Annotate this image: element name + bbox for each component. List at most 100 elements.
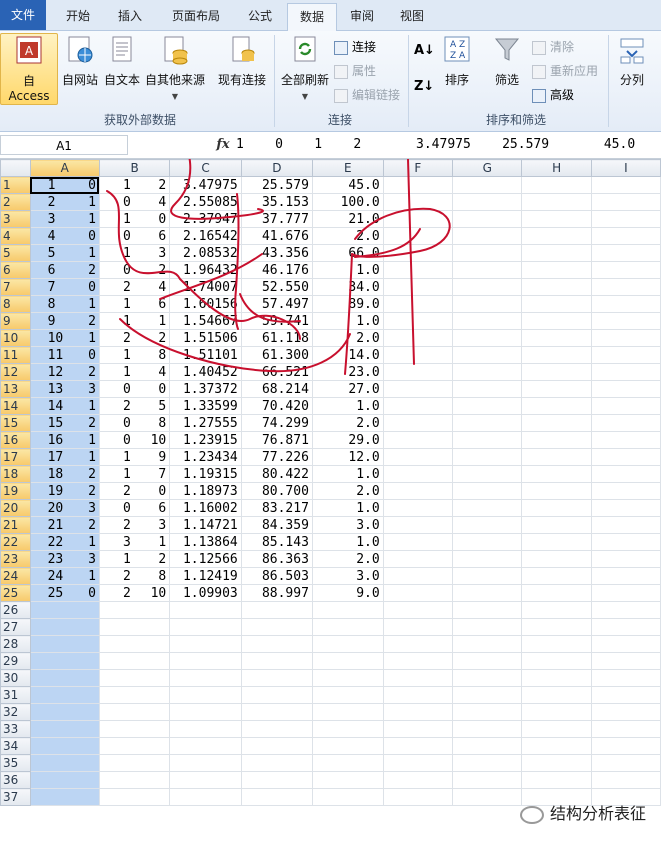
- cell[interactable]: 3.0: [311, 567, 384, 585]
- row-header[interactable]: 10: [0, 329, 31, 347]
- cell[interactable]: 1.16002: [169, 499, 242, 517]
- cell[interactable]: 46.176: [240, 261, 313, 279]
- cell[interactable]: [452, 414, 523, 432]
- cell[interactable]: 27.0: [311, 380, 384, 398]
- cell[interactable]: [521, 176, 592, 194]
- cell[interactable]: [382, 312, 454, 330]
- cell[interactable]: [521, 244, 592, 262]
- cell[interactable]: [98, 618, 171, 636]
- row-header[interactable]: 12: [0, 363, 31, 381]
- cell[interactable]: 3.0: [311, 516, 384, 534]
- cell[interactable]: [29, 618, 100, 636]
- cell[interactable]: [382, 346, 454, 364]
- cell[interactable]: 17 1: [29, 448, 100, 466]
- cell[interactable]: 25 0: [29, 584, 100, 602]
- cell[interactable]: [590, 176, 661, 194]
- cell[interactable]: 14 1: [29, 397, 100, 415]
- cell[interactable]: [169, 635, 242, 653]
- cell[interactable]: [382, 414, 454, 432]
- cell[interactable]: [382, 720, 454, 738]
- cell[interactable]: [590, 363, 661, 381]
- cell[interactable]: 08: [98, 414, 171, 432]
- cell[interactable]: 06: [98, 227, 171, 245]
- cell[interactable]: [169, 737, 242, 755]
- tab-page-layout[interactable]: 页面布局: [160, 3, 232, 29]
- cell[interactable]: [98, 771, 171, 789]
- cell[interactable]: [521, 278, 592, 296]
- row-header[interactable]: 21: [0, 516, 31, 534]
- cell[interactable]: [311, 737, 384, 755]
- row-header[interactable]: 18: [0, 465, 31, 483]
- cell[interactable]: 1.09903: [169, 584, 242, 602]
- cell[interactable]: 24 1: [29, 567, 100, 585]
- cell[interactable]: [98, 669, 171, 687]
- cell[interactable]: [29, 720, 100, 738]
- cell[interactable]: [521, 584, 592, 602]
- row-header[interactable]: 8: [0, 295, 31, 313]
- cell[interactable]: [382, 499, 454, 517]
- tab-view[interactable]: 视图: [390, 3, 434, 29]
- row-header[interactable]: 19: [0, 482, 31, 500]
- cell[interactable]: [169, 703, 242, 721]
- cell[interactable]: 23.0: [311, 363, 384, 381]
- cell[interactable]: [590, 720, 661, 738]
- cell[interactable]: 18 2: [29, 465, 100, 483]
- cell[interactable]: [382, 295, 454, 313]
- cell[interactable]: [29, 788, 100, 806]
- cell[interactable]: 24: [98, 278, 171, 296]
- row-header[interactable]: 30: [0, 669, 31, 687]
- cell[interactable]: [382, 567, 454, 585]
- cell[interactable]: [521, 754, 592, 772]
- cell[interactable]: 52.550: [240, 278, 313, 296]
- cell[interactable]: [590, 380, 661, 398]
- row-header[interactable]: 9: [0, 312, 31, 330]
- cell[interactable]: [590, 414, 661, 432]
- cell[interactable]: 68.214: [240, 380, 313, 398]
- cell[interactable]: [29, 635, 100, 653]
- cell[interactable]: [521, 618, 592, 636]
- cell[interactable]: 17: [98, 465, 171, 483]
- tab-review[interactable]: 审阅: [340, 3, 384, 29]
- cell[interactable]: [590, 516, 661, 534]
- row-header[interactable]: 26: [0, 601, 31, 619]
- cell[interactable]: [98, 720, 171, 738]
- cell[interactable]: 1.0: [311, 397, 384, 415]
- cell[interactable]: [169, 669, 242, 687]
- cell[interactable]: [311, 703, 384, 721]
- cell[interactable]: [590, 754, 661, 772]
- cell[interactable]: [590, 465, 661, 483]
- cell[interactable]: [311, 788, 384, 806]
- cell[interactable]: 2.0: [311, 482, 384, 500]
- row-header[interactable]: 3: [0, 210, 31, 228]
- cell[interactable]: [240, 635, 313, 653]
- from-text-button[interactable]: 自文本: [102, 33, 142, 103]
- cell[interactable]: [382, 703, 454, 721]
- cell[interactable]: [452, 567, 523, 585]
- row-header[interactable]: 27: [0, 618, 31, 636]
- cell[interactable]: 61.118: [240, 329, 313, 347]
- cell[interactable]: [29, 703, 100, 721]
- cell[interactable]: 1.19315: [169, 465, 242, 483]
- cell[interactable]: [452, 482, 523, 500]
- column-header-e[interactable]: E: [311, 159, 384, 177]
- cell[interactable]: [521, 448, 592, 466]
- cell[interactable]: [521, 516, 592, 534]
- row-header[interactable]: 24: [0, 567, 31, 585]
- cell[interactable]: [240, 720, 313, 738]
- cell[interactable]: 22: [98, 329, 171, 347]
- cell[interactable]: [382, 652, 454, 670]
- cell[interactable]: [311, 652, 384, 670]
- cell[interactable]: 1.0: [311, 261, 384, 279]
- cell[interactable]: [521, 380, 592, 398]
- cell[interactable]: [382, 771, 454, 789]
- cell[interactable]: 83.217: [240, 499, 313, 517]
- cell[interactable]: 21: [29, 193, 100, 211]
- cell[interactable]: 1.51101: [169, 346, 242, 364]
- cell[interactable]: [521, 703, 592, 721]
- cell[interactable]: [452, 516, 523, 534]
- cell[interactable]: 1.13864: [169, 533, 242, 551]
- cell[interactable]: [240, 703, 313, 721]
- cell[interactable]: [382, 737, 454, 755]
- cell[interactable]: [521, 210, 592, 228]
- filter-button[interactable]: 筛选: [488, 33, 526, 103]
